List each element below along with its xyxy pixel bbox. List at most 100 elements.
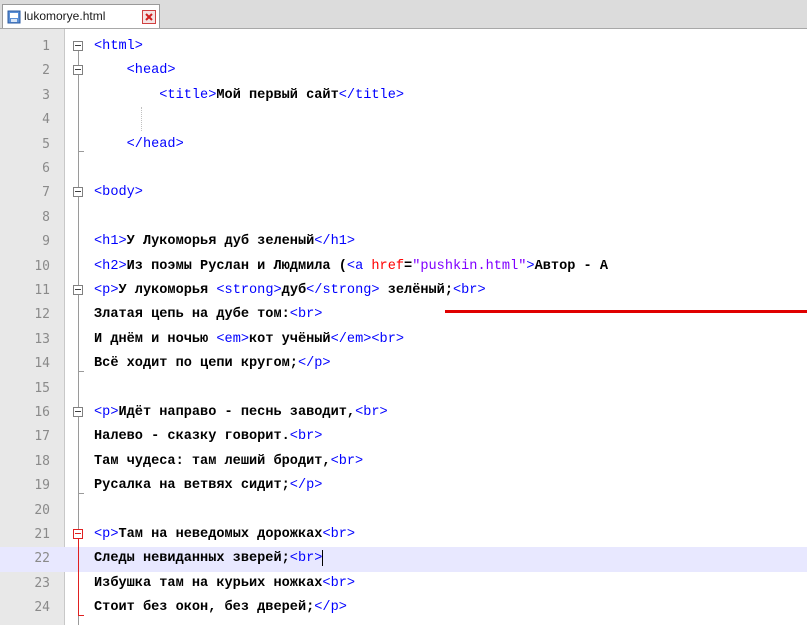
code-line[interactable]: 10 <h2>Из поэмы Руслан и Людмила (<a href… [0,255,807,279]
code-token: <html> [94,39,143,54]
line-number: 24 [34,600,50,616]
line-number: 7 [42,185,50,201]
code-token: <br> [322,527,356,542]
code-line[interactable]: 22 Следы невиданных зверей;<br> [0,547,807,572]
code-token: </head> [126,136,184,152]
code-line[interactable]: 2 <head> [0,59,807,83]
line-number: 14 [34,356,50,372]
line-number: 3 [42,87,50,103]
code-text: <h1>У Лукоморья дуб зеленый</h1> [94,230,355,254]
code-token: </p> [289,478,323,494]
code-line[interactable]: 11 <p>У лукоморья <strong>дуб</strong> зе… [0,279,807,303]
code-text: <p>Там на неведомых дорожках<br> [94,523,355,547]
code-line[interactable]: 8 [0,206,807,230]
code-text: Стоит без окон, без дверей;</p> [94,596,347,620]
code-line[interactable]: 19 Русалка на ветвях сидит;</p> [0,474,807,498]
line-number: 20 [34,502,50,518]
code-line[interactable]: 6 [0,157,807,181]
code-token: <br> [330,453,364,469]
code-line[interactable]: 9 <h1>У Лукоморья дуб зеленый</h1> [0,230,807,254]
fold-toggle-body[interactable] [73,187,83,197]
fold-toggle-head[interactable] [73,65,83,75]
code-token: Из поэмы Руслан и Людмила ( [126,258,347,274]
line-number: 2 [42,63,50,79]
code-token: Всё ходит по цепи кругом; [94,356,298,372]
tab-label: lukomorye.html [24,9,106,23]
code-text: Всё ходит по цепи кругом;</p> [94,352,331,376]
code-line[interactable]: 3 <title>Мой первый сайт</title> [0,84,807,108]
fold-toggle-html[interactable] [73,41,83,51]
code-line[interactable]: 4 [0,108,807,132]
line-number: 23 [34,575,50,591]
code-text: Налево - сказку говорит.<br> [94,425,322,449]
code-token: И днём и ночью [94,331,217,347]
code-token: У лукоморья [118,283,217,298]
code-line[interactable]: 20 [0,499,807,523]
code-token: > [526,258,535,274]
line-number: 1 [42,39,50,54]
code-text: <html> [94,35,143,59]
code-token: Автор - А [534,258,609,274]
line-number: 11 [34,283,50,298]
code-line[interactable]: 13 И днём и ночью <em>кот учёный</em><br> [0,328,807,352]
code-line[interactable]: 1 <html> [0,35,807,59]
line-number: 17 [34,429,50,445]
code-token: </em><br> [330,331,405,347]
code-line[interactable]: 5 </head> [0,133,807,157]
line-number: 15 [34,380,50,396]
tab-bar: lukomorye.html [0,0,807,29]
code-editor[interactable]: 1 <html> 2 <head> 3 <title>Мой первый сайт<… [0,29,807,625]
code-token: Стоит без окон, без дверей; [94,600,315,616]
code-line[interactable]: 24 Стоит без окон, без дверей;</p> [0,596,807,620]
code-token: Идёт направо - песнь заводит, [118,405,356,420]
line-number: 12 [34,307,50,323]
code-token: </p> [314,600,347,616]
code-token: "pushkin.html" [412,258,527,274]
code-text: И днём и ночью <em>кот учёный</em><br> [94,328,404,352]
file-icon [7,10,21,24]
code-token: <p> [94,405,119,420]
code-token: зелёный; [379,283,453,298]
code-text: Златая цепь на дубе том:<br> [94,303,322,327]
code-token: <title> [159,87,217,103]
fold-toggle-p-3[interactable] [73,529,83,539]
code-token: <br> [322,575,356,591]
code-line[interactable]: 17 Налево - сказку говорит.<br> [0,425,807,449]
code-line[interactable]: 12 Златая цепь на дубе том:<br> [0,303,807,327]
highlight-underline [445,310,807,313]
code-text: Избушка там на курьих ножках<br> [94,572,355,596]
code-token: </title> [338,87,405,103]
code-line[interactable]: 16 <p>Идёт направо - песнь заводит,<br> [0,401,807,425]
fold-toggle-p-2[interactable] [73,407,83,417]
line-number: 4 [42,112,50,128]
code-line[interactable]: 18 Там чудеса: там леший бродит,<br> [0,450,807,474]
code-token: href [371,258,405,274]
code-line[interactable]: 14 Всё ходит по цепи кругом;</p> [0,352,807,376]
code-token: Русалка на ветвях сидит; [94,478,290,494]
code-text: Русалка на ветвях сидит;</p> [94,474,322,498]
code-token: дуб [281,283,307,298]
code-token: <br> [289,307,323,323]
fold-toggle-p-1[interactable] [73,285,83,295]
code-token: <body> [94,185,143,201]
line-number: 8 [42,209,50,225]
line-number: 18 [34,453,50,469]
code-line[interactable]: 23 Избушка там на курьих ножках<br> [0,572,807,596]
code-line[interactable]: 15 [0,377,807,401]
code-token: Следы невиданных зверей; [94,551,290,567]
code-token: <em> [216,331,250,347]
code-line[interactable]: 7 <body> [0,181,807,205]
line-number: 6 [42,161,50,176]
code-token: <br> [452,283,486,298]
code-text: Там чудеса: там леший бродит,<br> [94,450,363,474]
code-text: <p>У лукоморья <strong>дуб</strong> зелё… [94,279,486,303]
code-token: кот учёный [249,331,331,347]
code-line[interactable]: 21 <p>Там на неведомых дорожках<br> [0,523,807,547]
close-icon[interactable] [142,10,156,24]
code-token: <h2> [94,258,127,274]
code-token: = [404,258,413,274]
tab-lukomorye[interactable]: lukomorye.html [2,4,160,28]
line-number: 16 [34,405,50,420]
line-number: 10 [34,258,50,274]
